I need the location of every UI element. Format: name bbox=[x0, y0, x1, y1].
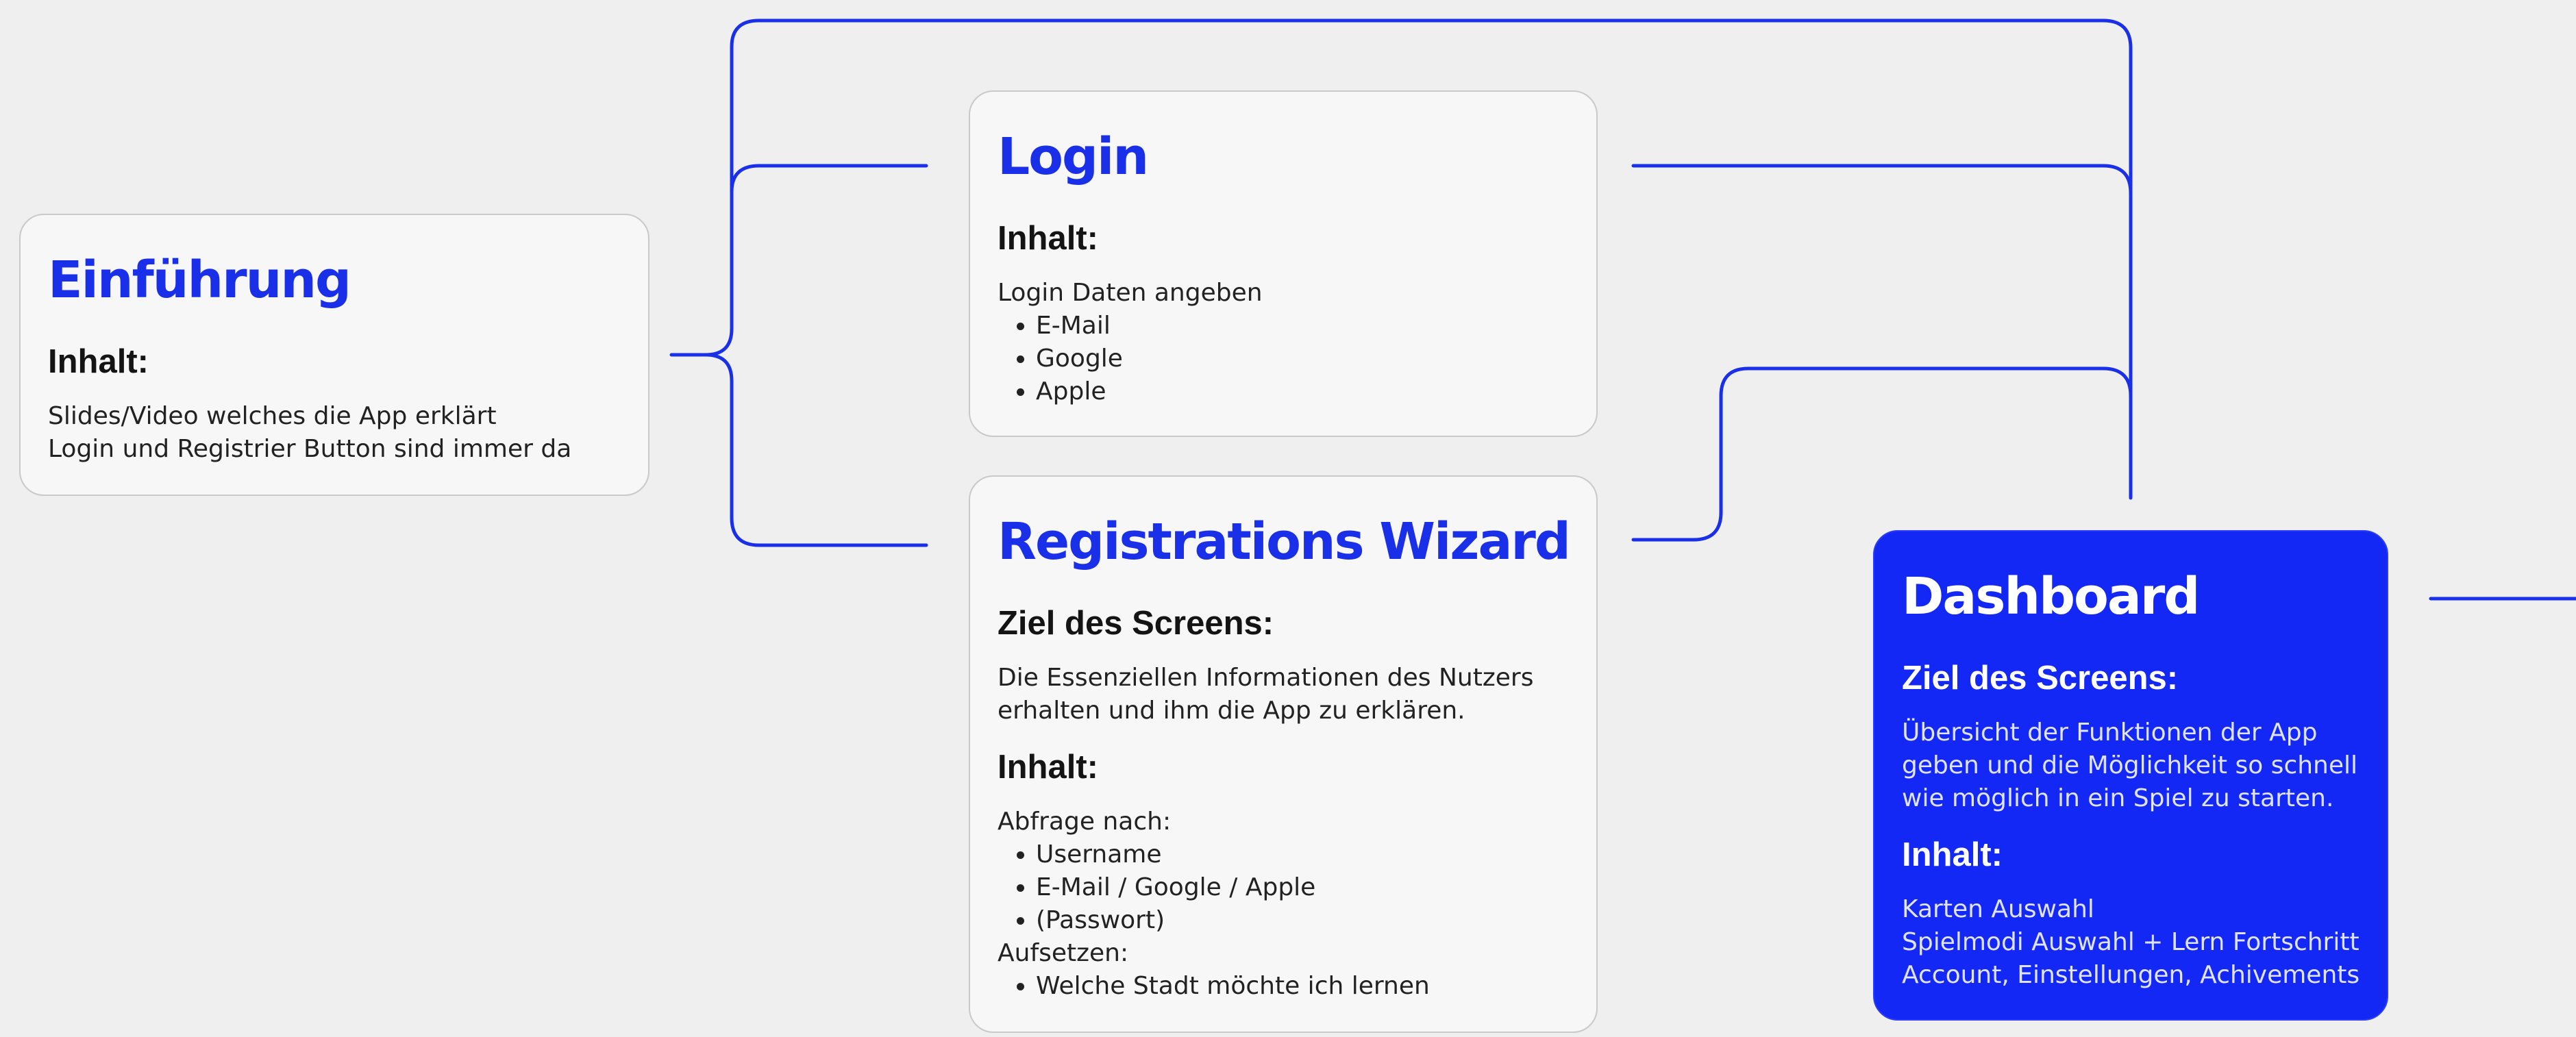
setup-label: Aufsetzen: bbox=[998, 939, 1129, 967]
query-label: Abfrage nach: bbox=[998, 808, 1172, 836]
text-line: Karten Auswahl bbox=[1902, 895, 2094, 923]
einfuehrung-title: Einführung bbox=[48, 251, 351, 310]
query-list: Username E-Mail / Google / Apple (Passwo… bbox=[998, 838, 1583, 937]
login-connector bbox=[1631, 164, 2133, 195]
registration-content-heading: Inhalt: bbox=[998, 749, 1098, 786]
einfuehrung-content-heading: Inhalt: bbox=[48, 343, 149, 380]
list-item: (Passwort) bbox=[1036, 904, 1583, 937]
einfuehrung-content-text: Slides/Video welches die App erklärt Log… bbox=[48, 400, 634, 466]
brace-connector bbox=[669, 164, 928, 357]
registration-content: Abfrage nach: Username E-Mail / Google /… bbox=[998, 805, 1583, 1003]
brace-connector-lower bbox=[704, 353, 928, 547]
text-line: Login und Registrier Button sind immer d… bbox=[48, 435, 572, 463]
list-item: Welche Stadt möchte ich lernen bbox=[1036, 970, 1583, 1003]
login-intro: Login Daten angeben bbox=[998, 279, 1263, 307]
text-line: Account, Einstellungen, Achivements bbox=[1902, 961, 2360, 989]
list-item: Apple bbox=[1036, 375, 1583, 408]
einfuehrung-card: Einführung Inhalt: Slides/Video welches … bbox=[19, 214, 649, 496]
setup-list: Welche Stadt möchte ich lernen bbox=[998, 970, 1583, 1003]
dashboard-content-text: Karten Auswahl Spielmodi Auswahl + Lern … bbox=[1902, 893, 2373, 992]
text-line: Übersicht der Funktionen der App bbox=[1902, 719, 2318, 747]
text-line: geben und die Möglichkeit so schnell bbox=[1902, 751, 2358, 779]
dashboard-title: Dashboard bbox=[1902, 567, 2200, 626]
login-options-list: E-Mail Google Apple bbox=[998, 310, 1583, 408]
text-line: wie möglich in ein Spiel zu starten. bbox=[1902, 784, 2334, 812]
registration-connector bbox=[1631, 366, 2133, 542]
text-line: erhalten und ihm die App zu erklären. bbox=[998, 697, 1465, 725]
login-content: Login Daten angeben E-Mail Google Apple bbox=[998, 277, 1583, 408]
dashboard-content-heading: Inhalt: bbox=[1902, 836, 2003, 873]
list-item: E-Mail bbox=[1036, 310, 1583, 342]
list-item: Google bbox=[1036, 342, 1583, 375]
text-line: Spielmodi Auswahl + Lern Fortschritt bbox=[1902, 928, 2360, 956]
login-content-heading: Inhalt: bbox=[998, 220, 1098, 257]
dashboard-goal-heading: Ziel des Screens: bbox=[1902, 660, 2179, 697]
login-title: Login bbox=[998, 127, 1149, 186]
login-card: Login Inhalt: Login Daten angeben E-Mail… bbox=[969, 90, 1598, 437]
list-item: E-Mail / Google / Apple bbox=[1036, 871, 1583, 904]
registration-card: Registrations Wizard Ziel des Screens: D… bbox=[969, 475, 1598, 1033]
dashboard-goal-text: Übersicht der Funktionen der App geben u… bbox=[1902, 716, 2373, 815]
text-line: Die Essenziellen Informationen des Nutze… bbox=[998, 664, 1534, 692]
registration-goal-text: Die Essenziellen Informationen des Nutze… bbox=[998, 662, 1583, 727]
dashboard-card: Dashboard Ziel des Screens: Übersicht de… bbox=[1873, 530, 2388, 1021]
registration-title: Registrations Wizard bbox=[998, 512, 1571, 571]
text-line: Slides/Video welches die App erklärt bbox=[48, 402, 497, 430]
registration-goal-heading: Ziel des Screens: bbox=[998, 605, 1274, 642]
list-item: Username bbox=[1036, 838, 1583, 871]
